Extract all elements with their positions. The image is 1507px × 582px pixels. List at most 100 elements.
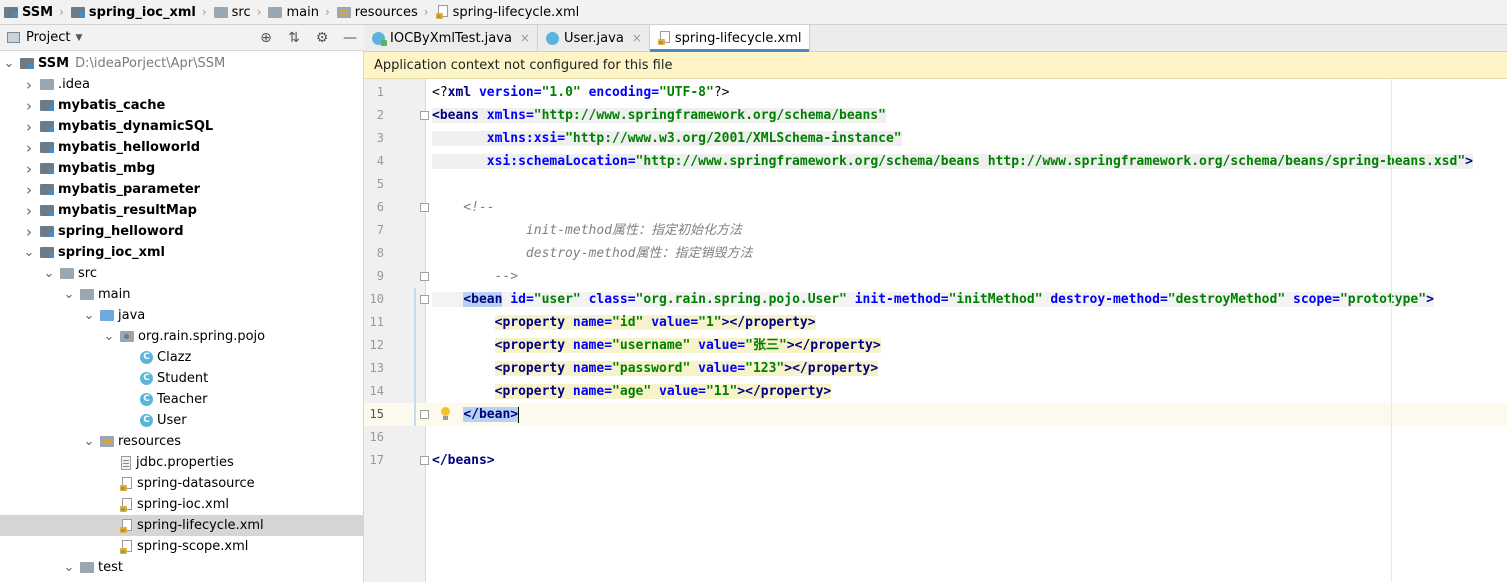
tree-item[interactable]: ⌄ org.rain.spring.pojo bbox=[0, 326, 363, 347]
code-line[interactable]: 3 xmlns:xsi="http://www.w3.org/2001/XMLS… bbox=[364, 127, 1507, 150]
tree-item[interactable]: C Clazz bbox=[0, 347, 363, 368]
tree-item[interactable]: › .idea bbox=[0, 74, 363, 95]
code-line[interactable]: 17 </beans> bbox=[364, 449, 1507, 472]
code-line[interactable]: 11 <property name="id" value="1"></prope… bbox=[364, 311, 1507, 334]
code-line[interactable]: 14 <property name="age" value="11"></pro… bbox=[364, 380, 1507, 403]
minimize-icon[interactable]: — bbox=[342, 30, 358, 46]
code-line[interactable]: 13 <property name="password" value="123"… bbox=[364, 357, 1507, 380]
gear-icon[interactable]: ⚙ bbox=[314, 30, 330, 46]
breadcrumb-label: resources bbox=[354, 4, 418, 20]
breadcrumb-item[interactable]: SSM bbox=[0, 0, 57, 25]
tree-item[interactable]: ⌄ main bbox=[0, 284, 363, 305]
project-panel-header: Project ▼ ⊕ ⇅ ⚙ — bbox=[0, 25, 364, 51]
breadcrumb-item[interactable]: src bbox=[210, 0, 255, 25]
code-text: <property name="password" value="123"></… bbox=[494, 361, 879, 376]
tree-item[interactable]: spring-lifecycle.xml bbox=[0, 515, 363, 536]
collapse-icon[interactable]: ⇅ bbox=[286, 30, 302, 46]
tree-item-label: mybatis_dynamicSQL bbox=[58, 119, 214, 134]
fold-marker-icon[interactable] bbox=[420, 111, 429, 120]
tree-item-label: jdbc.properties bbox=[136, 455, 234, 470]
line-number: 12 bbox=[369, 338, 384, 352]
code-line[interactable]: 1 <?xml version="1.0" encoding="UTF-8"?> bbox=[364, 81, 1507, 104]
tree-item[interactable]: ⌄ spring_ioc_xml bbox=[0, 242, 363, 263]
tree-item[interactable]: spring-ioc.xml bbox=[0, 494, 363, 515]
chevron-right-icon[interactable]: › bbox=[22, 223, 36, 241]
editor-tab[interactable]: User.java × bbox=[538, 25, 650, 51]
fold-marker-icon[interactable] bbox=[420, 203, 429, 212]
chevron-right-icon[interactable]: › bbox=[22, 76, 36, 94]
fold-marker-icon[interactable] bbox=[420, 272, 429, 281]
tree-item[interactable]: › mybatis_cache bbox=[0, 95, 363, 116]
tree-item[interactable]: C Student bbox=[0, 368, 363, 389]
chevron-right-icon[interactable]: › bbox=[22, 97, 36, 115]
class-icon bbox=[545, 31, 559, 45]
chevron-down-icon[interactable]: ⌄ bbox=[62, 288, 76, 301]
editor-tab[interactable]: IOCByXmlTest.java × bbox=[364, 25, 538, 51]
tree-item-label: src bbox=[78, 266, 97, 281]
tree-item[interactable]: ⌄ SSM D:\ideaPorject\Apr\SSM bbox=[0, 53, 363, 74]
line-number: 2 bbox=[376, 108, 384, 122]
tree-item[interactable]: C User bbox=[0, 410, 363, 431]
chevron-down-icon[interactable]: ⌄ bbox=[82, 435, 96, 448]
chevron-down-icon[interactable]: ⌄ bbox=[82, 309, 96, 322]
chevron-right-icon[interactable]: › bbox=[22, 160, 36, 178]
breadcrumb-item[interactable]: main bbox=[264, 0, 322, 25]
tree-item[interactable]: ⌄ java bbox=[0, 305, 363, 326]
tree-item[interactable]: › mybatis_helloworld bbox=[0, 137, 363, 158]
breadcrumb-item[interactable]: spring_ioc_xml bbox=[67, 0, 200, 25]
code-editor[interactable]: 1 <?xml version="1.0" encoding="UTF-8"?> 2… bbox=[364, 79, 1507, 582]
code-line[interactable]: 2 <beans xmlns="http://www.springframewor… bbox=[364, 104, 1507, 127]
code-line[interactable]: 9 --> bbox=[364, 265, 1507, 288]
code-line[interactable]: 6 <!-- bbox=[364, 196, 1507, 219]
code-line[interactable]: 12 <property name="username" value="张三">… bbox=[364, 334, 1507, 357]
tree-item[interactable]: ⌄ resources bbox=[0, 431, 363, 452]
code-line[interactable]: 4 xsi:schemaLocation="http://www.springf… bbox=[364, 150, 1507, 173]
code-line[interactable]: 10 <bean id="user" class="org.rain.sprin… bbox=[364, 288, 1507, 311]
fold-marker-icon[interactable] bbox=[420, 456, 429, 465]
tree-item[interactable]: spring-scope.xml bbox=[0, 536, 363, 557]
code-line[interactable]: 5 bbox=[364, 173, 1507, 196]
breadcrumb-item[interactable]: resources bbox=[333, 0, 422, 25]
chevron-down-icon[interactable]: ⌄ bbox=[2, 57, 16, 70]
tree-item[interactable]: › mybatis_parameter bbox=[0, 179, 363, 200]
tree-item-label: Clazz bbox=[157, 350, 192, 365]
editor-tab[interactable]: spring-lifecycle.xml bbox=[649, 25, 810, 52]
tree-item[interactable]: C Teacher bbox=[0, 389, 363, 410]
chevron-down-icon[interactable]: ⌄ bbox=[22, 246, 36, 259]
chevron-down-icon[interactable]: ⌄ bbox=[42, 267, 56, 280]
tree-item[interactable]: ⌄ src bbox=[0, 263, 363, 284]
chevron-right-icon: › bbox=[256, 5, 262, 19]
tree-item[interactable]: › spring_helloword bbox=[0, 221, 363, 242]
close-icon[interactable]: × bbox=[632, 31, 642, 45]
chevron-right-icon[interactable]: › bbox=[22, 118, 36, 136]
fold-marker-icon[interactable] bbox=[420, 410, 429, 419]
chevron-right-icon[interactable]: › bbox=[22, 181, 36, 199]
code-line[interactable]: 15 </bean> bbox=[364, 403, 1507, 426]
breadcrumb-label: SSM bbox=[22, 4, 54, 20]
tree-item[interactable]: › mybatis_resultMap bbox=[0, 200, 363, 221]
chevron-down-icon[interactable]: ⌄ bbox=[102, 330, 116, 343]
fold-marker-icon[interactable] bbox=[420, 295, 429, 304]
code-line[interactable]: 16 bbox=[364, 426, 1507, 449]
editor-tab-bar: IOCByXmlTest.java × User.java × spring-lifec… bbox=[364, 25, 1507, 52]
tree-item-label: spring-datasource bbox=[137, 476, 255, 491]
tree-item-label: spring-lifecycle.xml bbox=[137, 518, 264, 533]
breadcrumb-item[interactable]: spring-lifecycle.xml bbox=[432, 0, 584, 25]
chevron-right-icon[interactable]: › bbox=[22, 139, 36, 157]
code-line[interactable]: 7 init-method属性：指定初始化方法 bbox=[364, 219, 1507, 242]
globe-icon[interactable]: ⊕ bbox=[258, 30, 274, 46]
tree-item-label: spring_helloword bbox=[58, 224, 184, 239]
tree-item[interactable]: › mybatis_dynamicSQL bbox=[0, 116, 363, 137]
chevron-down-icon[interactable]: ⌄ bbox=[62, 561, 76, 574]
resources-folder-icon bbox=[100, 436, 114, 447]
tree-item[interactable]: jdbc.properties bbox=[0, 452, 363, 473]
change-marker bbox=[414, 357, 416, 380]
close-icon[interactable]: × bbox=[520, 31, 530, 45]
project-view-selector[interactable]: Project ▼ bbox=[0, 30, 82, 45]
tree-item[interactable]: spring-datasource bbox=[0, 473, 363, 494]
tree-item-label: spring_ioc_xml bbox=[58, 245, 165, 260]
tree-item[interactable]: ⌄ test bbox=[0, 557, 363, 578]
code-line[interactable]: 8 destroy-method属性：指定销毁方法 bbox=[364, 242, 1507, 265]
chevron-right-icon[interactable]: › bbox=[22, 202, 36, 220]
tree-item[interactable]: › mybatis_mbg bbox=[0, 158, 363, 179]
